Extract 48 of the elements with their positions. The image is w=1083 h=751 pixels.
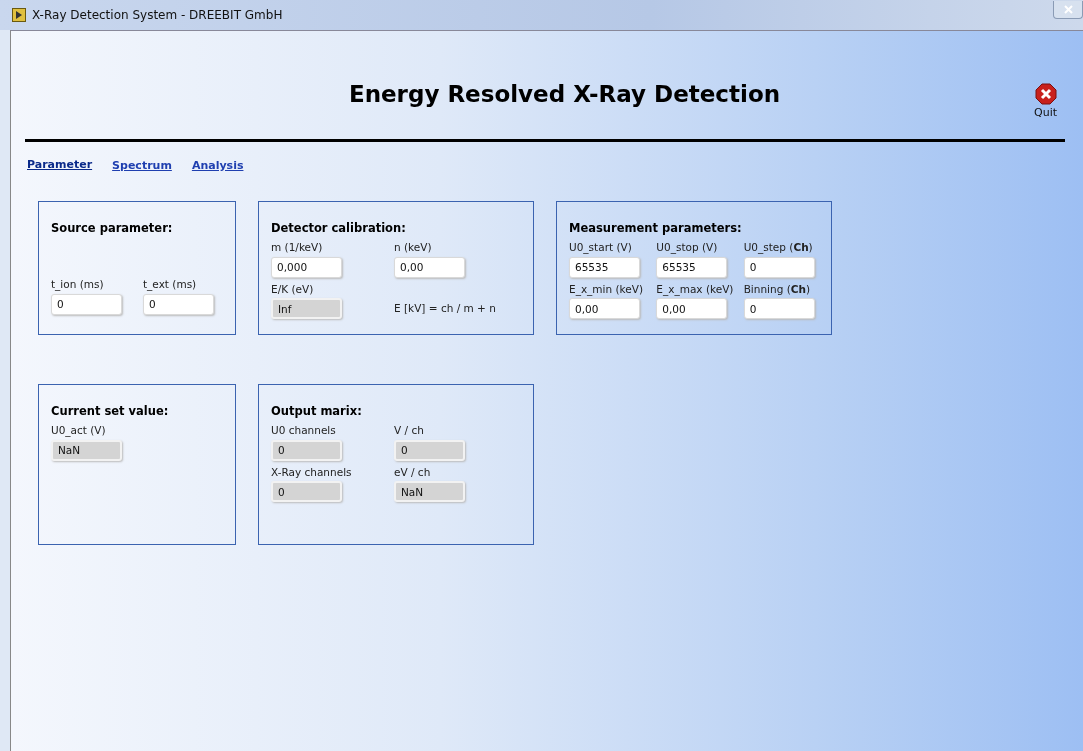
panel-title: Current set value: (51, 402, 170, 420)
field-label: U0_act (V) (51, 422, 107, 439)
field-label: U0 channels (271, 422, 337, 438)
indicator-field[interactable]: 0 (271, 481, 342, 503)
panel-title: Source parameter: (51, 219, 174, 237)
input-field[interactable]: 0 (743, 298, 815, 320)
close-icon (1063, 5, 1073, 14)
window-title: X-Ray Detection System - DREEBIT GmbH (32, 7, 283, 24)
panel-title: Output marix: (271, 402, 363, 420)
input-field[interactable]: 0 (143, 293, 214, 315)
field-label: E/K (eV) (271, 281, 315, 297)
field-label: U0_start (V) (569, 239, 633, 256)
close-icon (1034, 82, 1057, 105)
field-label: X-Ray channels (271, 464, 353, 480)
tab[interactable]: Analysis (191, 158, 244, 175)
input-field[interactable]: 0 (743, 256, 815, 278)
formula-text: E [kV] = ch / m + n (394, 300, 497, 316)
input-field[interactable]: 65535 (656, 256, 728, 278)
field-label: m (1/keV) (271, 239, 324, 255)
indicator-field[interactable]: 0 (271, 439, 342, 461)
input-field[interactable]: 0,00 (656, 298, 728, 320)
field-label: E_x_min (keV) (569, 281, 645, 298)
input-field[interactable]: 0 (51, 293, 122, 315)
field-label: U0_step (Ch) (743, 239, 814, 256)
field-label: E_x_max (keV) (656, 281, 735, 298)
field-label: Binning (Ch) (743, 281, 812, 297)
page-heading: Energy Resolved X-Ray Detection (347, 81, 782, 109)
input-field[interactable]: 0,00 (394, 256, 465, 278)
indicator-field[interactable]: 0 (394, 439, 465, 461)
indicator-field[interactable]: Inf (271, 298, 342, 320)
indicator-field[interactable]: NaN (394, 481, 465, 503)
field-label: V / ch (394, 422, 425, 438)
input-field[interactable]: 0,000 (271, 256, 342, 278)
panel-title: Measurement parameters: (569, 219, 743, 237)
close-button[interactable] (1053, 1, 1083, 19)
panel-title: Detector calibration: (271, 219, 407, 237)
quit-button[interactable]: Quit (1034, 82, 1057, 121)
indicator-field[interactable]: NaN (51, 439, 122, 461)
field-label: U0_stop (V) (656, 239, 719, 256)
field-label: eV / ch (394, 464, 432, 480)
field-label: t_ext (ms) (143, 276, 198, 293)
tab[interactable]: Parameter (27, 155, 93, 175)
tab[interactable]: Spectrum (112, 158, 172, 175)
field-label: t_ion (ms) (51, 276, 105, 293)
app-icon (12, 8, 26, 22)
field-label: n (keV) (394, 239, 433, 255)
input-field[interactable]: 65535 (569, 256, 640, 278)
input-field[interactable]: 0,00 (569, 298, 640, 320)
